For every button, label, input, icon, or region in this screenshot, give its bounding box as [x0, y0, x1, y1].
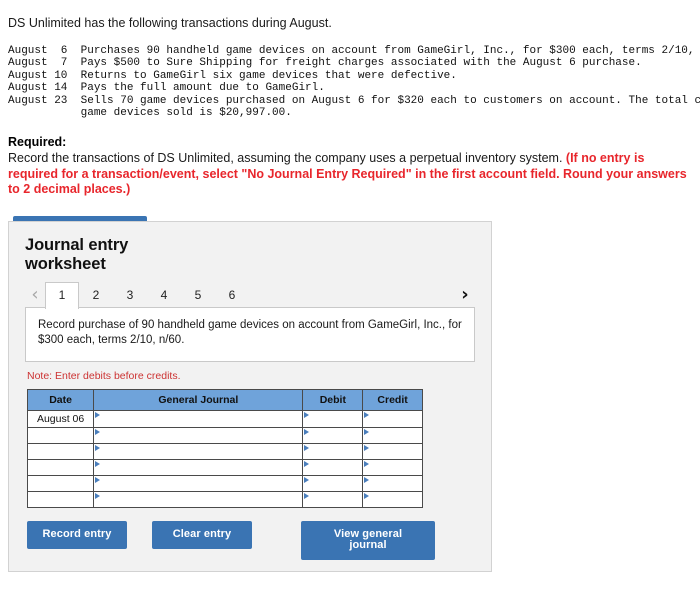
- tab-2[interactable]: 2: [79, 282, 113, 308]
- cell-date-6[interactable]: [26, 491, 95, 508]
- worksheet-action-row: Record entry Clear entry View general jo…: [25, 521, 475, 560]
- table-row: [26, 443, 423, 460]
- debits-before-credits-note: Note: Enter debits before credits.: [27, 370, 181, 382]
- journal-table-body: August 06: [26, 410, 423, 508]
- cell-general-journal-5[interactable]: [93, 475, 304, 492]
- column-header-date: Date: [26, 389, 95, 411]
- table-row: [26, 427, 423, 444]
- clear-entry-button[interactable]: Clear entry: [152, 521, 252, 549]
- cell-date-3[interactable]: [26, 443, 95, 460]
- cell-credit-5[interactable]: [362, 475, 423, 492]
- cell-date-4[interactable]: [26, 459, 95, 476]
- column-header-debit: Debit: [302, 389, 364, 411]
- tab-1[interactable]: 1: [45, 282, 79, 309]
- table-row: [26, 459, 423, 476]
- cell-debit-1[interactable]: [302, 410, 364, 428]
- required-body: Record the transactions of DS Unlimited,…: [8, 151, 692, 198]
- cell-general-journal-4[interactable]: [93, 459, 304, 476]
- cell-general-journal-2[interactable]: [93, 427, 304, 444]
- required-body-plain: Record the transactions of DS Unlimited,…: [8, 151, 563, 166]
- cell-debit-5[interactable]: [302, 475, 364, 492]
- cell-general-journal-3[interactable]: [93, 443, 304, 460]
- tab-5[interactable]: 5: [181, 282, 215, 308]
- cell-credit-3[interactable]: [362, 443, 423, 460]
- cell-debit-3[interactable]: [302, 443, 364, 460]
- record-entry-button[interactable]: Record entry: [27, 521, 127, 549]
- cell-debit-2[interactable]: [302, 427, 364, 444]
- cell-debit-6[interactable]: [302, 491, 364, 508]
- column-header-general-journal: General Journal: [93, 389, 304, 411]
- cell-credit-4[interactable]: [362, 459, 423, 476]
- cell-date-value-1: August 06: [36, 413, 85, 425]
- cell-date-2[interactable]: [26, 427, 95, 444]
- cell-date-5[interactable]: [26, 475, 95, 492]
- journal-entry-table: Date General Journal Debit Credit August…: [26, 389, 423, 508]
- required-heading: Required:: [8, 135, 67, 150]
- tab-6[interactable]: 6: [215, 282, 249, 308]
- journal-table-header-row: Date General Journal Debit Credit: [26, 389, 423, 411]
- table-row: August 06: [26, 410, 423, 428]
- worksheet-instruction-box: Record purchase of 90 handheld game devi…: [25, 307, 475, 362]
- intro-headline: DS Unlimited has the following transacti…: [8, 16, 332, 30]
- journal-entry-worksheet-panel: Journal entry worksheet ‹ 1 2 3 4 5 6 › …: [8, 221, 492, 572]
- worksheet-instruction-text: Record purchase of 90 handheld game devi…: [38, 319, 462, 346]
- table-row: [26, 491, 423, 508]
- worksheet-inner: Journal entry worksheet ‹ 1 2 3 4 5 6 › …: [9, 222, 491, 560]
- table-row: [26, 475, 423, 492]
- cell-general-journal-1[interactable]: [93, 410, 304, 428]
- cell-credit-6[interactable]: [362, 491, 423, 508]
- cell-general-journal-6[interactable]: [93, 491, 304, 508]
- cell-credit-1[interactable]: [362, 410, 423, 428]
- cell-date-1[interactable]: August 06: [26, 410, 95, 428]
- worksheet-tabstrip: ‹ 1 2 3 4 5 6 ›: [25, 282, 475, 309]
- view-general-journal-button[interactable]: View general journal: [301, 521, 435, 560]
- chevron-left-icon[interactable]: ‹: [25, 286, 45, 308]
- worksheet-title: Journal entry worksheet: [25, 236, 129, 273]
- tab-3[interactable]: 3: [113, 282, 147, 308]
- cell-debit-4[interactable]: [302, 459, 364, 476]
- column-header-credit: Credit: [362, 389, 423, 411]
- transaction-list-text: August 6 Purchases 90 handheld game devi…: [8, 45, 700, 120]
- tab-4[interactable]: 4: [147, 282, 181, 308]
- cell-credit-2[interactable]: [362, 427, 423, 444]
- page-root: DS Unlimited has the following transacti…: [0, 0, 700, 597]
- chevron-right-icon[interactable]: ›: [455, 286, 475, 308]
